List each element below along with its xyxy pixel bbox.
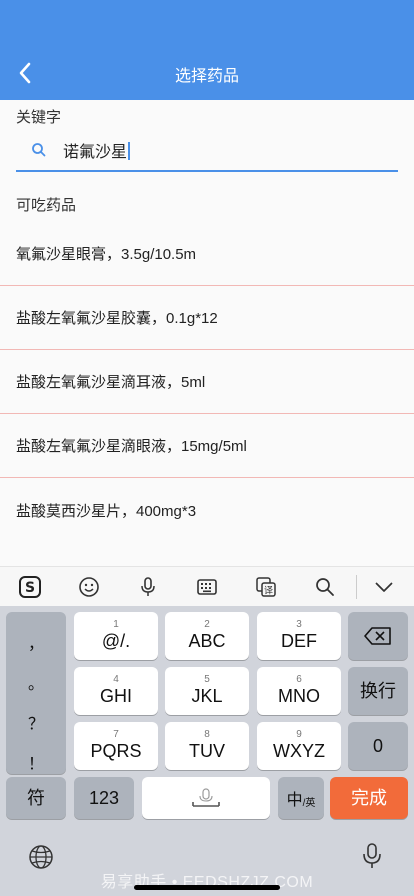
key-7[interactable]: 7 PQRS	[74, 722, 158, 770]
numbers-button[interactable]: 123	[74, 777, 134, 819]
backspace-icon	[364, 627, 391, 645]
key-letters: DEF	[281, 631, 317, 651]
key-zero-label: 0	[372, 736, 383, 756]
space-button[interactable]	[142, 777, 270, 819]
punctuation-column: ， 。 ？ ！	[6, 612, 66, 774]
keyword-label: 关键字	[16, 109, 62, 126]
key-letters: MNO	[278, 686, 320, 706]
key-6[interactable]: 6 MNO	[257, 667, 341, 715]
keyboard-icon[interactable]	[195, 575, 219, 599]
key-letters: @/.	[101, 631, 131, 651]
key-number: 4	[113, 674, 119, 685]
punct-key[interactable]: ，	[6, 630, 66, 654]
language-switch-button[interactable]: 中/英	[278, 777, 324, 819]
keyboard: ， 。 ？ ！ 1 @/. 2 ABC 3 DEF 4 GHI 5 JKL 6 …	[0, 606, 414, 896]
key-number: 3	[296, 619, 302, 630]
list-item[interactable]: 盐酸左氧氟沙星胶囊，0.1g*12	[0, 286, 414, 350]
punct-key[interactable]: ！	[6, 750, 66, 774]
key-8[interactable]: 8 TUV	[165, 722, 249, 770]
key-9[interactable]: 9 WXYZ	[257, 722, 341, 770]
space-mic-icon	[192, 788, 220, 807]
collapse-keyboard-icon[interactable]	[372, 575, 396, 599]
key-5[interactable]: 5 JKL	[165, 667, 249, 715]
punct-key[interactable]: ？	[6, 710, 66, 734]
key-number: 1	[113, 619, 119, 630]
key-number: 9	[296, 729, 302, 740]
key-number: 6	[296, 674, 302, 685]
key-0[interactable]: 0	[348, 722, 408, 770]
key-letters: TUV	[189, 741, 225, 761]
search-input-text: 诺氟沙星	[63, 144, 128, 161]
svg-text:译: 译	[264, 586, 273, 597]
search-input[interactable]: 诺氟沙星	[63, 138, 130, 162]
key-letters: WXYZ	[273, 741, 325, 761]
key-letters: PQRS	[90, 741, 142, 761]
search-icon	[32, 143, 46, 157]
toolbar-divider	[356, 575, 357, 599]
done-label: 完成	[351, 788, 387, 808]
key-letters: GHI	[99, 686, 132, 706]
keyboard-toolbar: S 译	[0, 566, 414, 606]
punct-key[interactable]: 。	[6, 670, 66, 694]
main-content: 关键字 诺氟沙星 可吃药品 氧氟沙星眼膏，3.5g/10.5m 盐酸左氧氟沙星胶…	[0, 100, 414, 566]
search-icon[interactable]	[313, 575, 337, 599]
lang-sub-label: /英	[302, 797, 316, 809]
list-item[interactable]: 盐酸莫西沙星片，400mg*3	[0, 478, 414, 542]
list-item[interactable]: 盐酸左氧氟沙星滴耳液，5ml	[0, 350, 414, 414]
newline-label: 换行	[360, 681, 396, 701]
text-caret	[128, 142, 130, 160]
lang-main-label: 中	[286, 792, 303, 809]
backspace-button[interactable]	[348, 612, 408, 660]
key-letters: ABC	[188, 631, 226, 651]
translate-icon[interactable]: 译	[254, 575, 278, 599]
page-title: 选择药品	[174, 68, 239, 85]
microphone-icon[interactable]	[136, 575, 160, 599]
key-number: 8	[204, 729, 210, 740]
sogou-logo-icon[interactable]: S	[18, 575, 42, 599]
home-indicator	[134, 885, 280, 890]
newline-button[interactable]: 换行	[348, 667, 408, 715]
done-button[interactable]: 完成	[330, 777, 408, 819]
emoji-icon[interactable]	[77, 575, 101, 599]
list-item[interactable]: 氧氟沙星眼膏，3.5g/10.5m	[0, 222, 414, 286]
search-field[interactable]: 诺氟沙星	[16, 130, 398, 172]
symbol-label: 符	[27, 788, 45, 808]
drug-section-label: 可吃药品	[16, 197, 77, 214]
key-2[interactable]: 2 ABC	[165, 612, 249, 660]
app-header: 选择药品	[0, 0, 414, 100]
numbers-label: 123	[88, 788, 120, 808]
symbol-button[interactable]: 符	[6, 777, 66, 819]
key-3[interactable]: 3 DEF	[257, 612, 341, 660]
key-number: 7	[113, 729, 119, 740]
drug-list: 氧氟沙星眼膏，3.5g/10.5m 盐酸左氧氟沙星胶囊，0.1g*12 盐酸左氧…	[0, 222, 414, 542]
key-letters: JKL	[191, 686, 223, 706]
key-number: 2	[204, 619, 210, 630]
key-1[interactable]: 1 @/.	[74, 612, 158, 660]
list-item[interactable]: 盐酸左氧氟沙星滴眼液，15mg/5ml	[0, 414, 414, 478]
key-number: 5	[204, 674, 210, 685]
key-4[interactable]: 4 GHI	[74, 667, 158, 715]
svg-text:S: S	[25, 580, 35, 596]
